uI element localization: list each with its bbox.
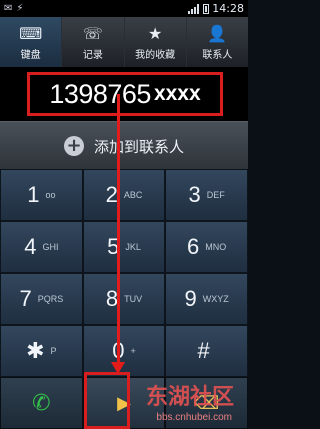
tab-contacts[interactable]: 👤 联系人: [187, 17, 248, 67]
key-letters: +: [130, 346, 136, 356]
key-6[interactable]: 6 MNO: [165, 221, 248, 273]
key-letters: TUV: [124, 294, 143, 304]
dialer-tabs: ⌨ 键盘 ☏ 记录 ★ 我的收藏 👤 联系人: [0, 17, 248, 68]
tab-label: 我的收藏: [135, 49, 176, 61]
tab-label: 键盘: [20, 49, 41, 61]
key-star[interactable]: ✱ P: [0, 325, 83, 377]
star-icon: ★: [147, 23, 163, 43]
key-5[interactable]: 5 JKL: [82, 221, 166, 273]
key-letters: WXYZ: [202, 294, 229, 304]
key-letters: PQRS: [37, 294, 64, 304]
key-digit: 7: [19, 286, 32, 311]
key-digit: 9: [184, 286, 197, 311]
key-letters: JKL: [125, 242, 141, 252]
key-4[interactable]: 4 GHI: [0, 221, 83, 273]
call-log-icon: ☏: [82, 23, 103, 43]
key-3[interactable]: 3 DEF: [165, 169, 248, 221]
usb-icon: ⚡: [16, 3, 24, 14]
key-digit: 3: [188, 182, 201, 207]
key-7[interactable]: 7 PQRS: [0, 273, 83, 325]
dialed-digits: 1398765: [49, 78, 151, 109]
key-9[interactable]: 9 WXYZ: [165, 273, 248, 325]
annotation-highlight-box: [84, 372, 130, 429]
tab-label: 联系人: [202, 49, 233, 61]
tab-call-log[interactable]: ☏ 记录: [62, 17, 125, 67]
key-letters: DEF: [206, 190, 225, 200]
keypad-icon: ⌨: [19, 23, 43, 43]
call-button[interactable]: ✆: [0, 377, 83, 429]
key-digit: 4: [24, 234, 37, 259]
add-contact-label: 添加到联系人: [93, 137, 184, 156]
key-letters: MNO: [205, 242, 227, 252]
status-bar: ✉ ⚡ 14:28: [0, 0, 248, 17]
key-digit: ✱: [26, 338, 45, 363]
key-letters: P: [50, 346, 57, 356]
tab-keypad[interactable]: ⌨ 键盘: [0, 17, 63, 67]
tab-label: 记录: [82, 49, 103, 61]
battery-icon: [203, 3, 210, 14]
plus-icon: +: [63, 136, 84, 156]
number-input[interactable]: 1398765 xxxx: [27, 72, 223, 116]
backspace-icon: ⌫: [193, 392, 220, 414]
annotation-arrow-line: [117, 94, 120, 370]
delete-button[interactable]: ⌫: [165, 377, 248, 429]
contacts-icon: 👤: [207, 23, 228, 43]
dial-keypad: 1 ᴏᴏ 2 ABC 3 DEF 4 GHI 5 JKL 6 MNO 7 PQRS 8 TUV …: [0, 169, 248, 377]
add-to-contacts-button[interactable]: + 添加到联系人: [0, 121, 248, 171]
key-hash[interactable]: #: [165, 325, 248, 377]
key-letters: ABC: [123, 190, 143, 200]
clock: 14:28: [212, 2, 244, 15]
key-digit: 1: [27, 182, 40, 207]
dialed-masked-digits: xxxx: [153, 82, 201, 105]
key-1[interactable]: 1 ᴏᴏ: [0, 169, 83, 221]
notification-icon: ✉: [4, 3, 13, 14]
key-8[interactable]: 8 TUV: [82, 273, 166, 325]
key-letters: GHI: [42, 242, 59, 252]
key-digit: 6: [187, 234, 200, 259]
voicemail-icon: ᴏᴏ: [45, 190, 56, 200]
key-2[interactable]: 2 ABC: [82, 169, 166, 221]
phone-icon: ✆: [32, 390, 51, 416]
key-digit: #: [197, 338, 210, 363]
signal-icon: [188, 3, 200, 14]
tab-favorites[interactable]: ★ 我的收藏: [125, 17, 187, 67]
